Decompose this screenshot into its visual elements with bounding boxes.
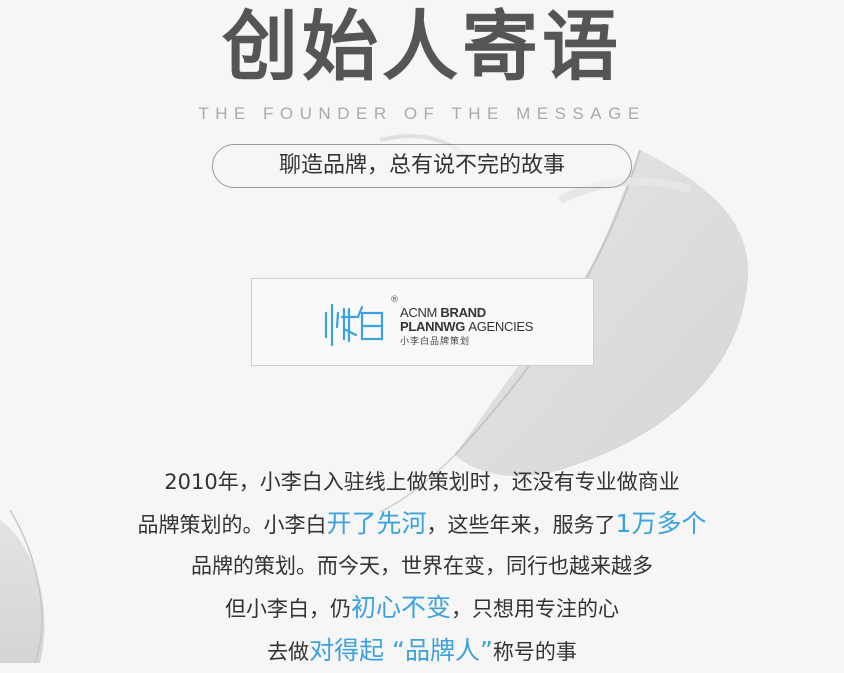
logo-text-line1: ACNM BRAND: [400, 305, 486, 320]
message-line-4: 但小李白，仍初心不变，只想用专注的心: [224, 593, 619, 622]
message-line-5: 去做对得起 “品牌人”称号的事: [267, 636, 577, 665]
message-line-3: 品牌的策划。而今天，世界在变，同行也越来越多: [191, 554, 653, 578]
slogan-pill: 聊造品牌，总有说不完的故事: [212, 144, 632, 188]
logo-text-line2: PLANNWG AGENCIES: [400, 319, 534, 334]
logo-text-cn: 小李白品牌策划: [400, 337, 471, 347]
highlight-text: 开了先河: [326, 509, 427, 538]
registered-mark: ®: [390, 295, 399, 305]
highlight-text: 初心不变: [350, 593, 451, 622]
highlight-text: 对得起 “品牌人”: [309, 636, 493, 665]
message-line-1: 2010年，小李白入驻线上做策划时，还没有专业做商业: [164, 470, 680, 494]
founder-message: 2010年，小李白入驻线上做策划时，还没有专业做商业 品牌策划的。小李白开了先河…: [0, 462, 844, 673]
message-line-2: 品牌策划的。小李白开了先河，这些年来，服务了1万多个: [137, 509, 707, 538]
page-subtitle-en: THE FOUNDER OF THE MESSAGE: [198, 104, 646, 123]
highlight-text: 1万多个: [615, 509, 707, 538]
page-title: 创始人寄语: [222, 2, 622, 91]
brand-logo-box: ® ACNM BRAND PLANNWG AGENCIES 小李白品牌策划: [251, 278, 594, 366]
xiaobai-logo-mark-icon: [324, 303, 384, 347]
